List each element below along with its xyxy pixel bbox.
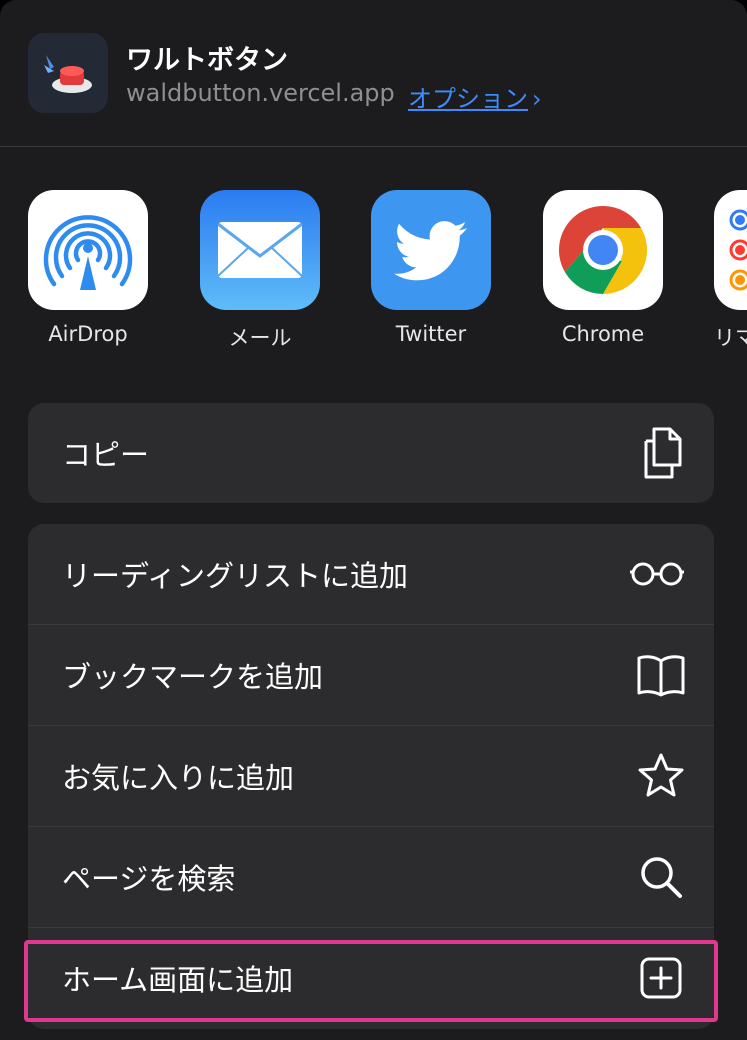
action-group-main: リーディングリストに追加 ブックマークを追加 お気に入りに追加 ページを検索 ホ…: [28, 524, 714, 1029]
chevron-right-icon: ›: [532, 85, 542, 113]
action-label: ページを検索: [62, 862, 236, 896]
share-app-airdrop[interactable]: AirDrop: [23, 190, 153, 346]
action-label: ホーム画面に追加: [62, 963, 294, 997]
share-app-chrome[interactable]: Chrome: [538, 190, 668, 346]
header-divider: [0, 146, 747, 147]
options-label: オプション: [408, 85, 528, 113]
share-app-label: AirDrop: [48, 322, 128, 346]
app-icon: [28, 33, 108, 113]
app-title: ワルトボタン: [126, 45, 288, 76]
chrome-icon: [543, 190, 663, 310]
options-link[interactable]: オプション ›: [408, 79, 542, 114]
twitter-icon: [371, 190, 491, 310]
mail-icon: [200, 190, 320, 310]
action-label: ブックマークを追加: [62, 660, 324, 694]
share-app-mail[interactable]: メール: [195, 190, 325, 352]
action-add-bookmark[interactable]: ブックマークを追加: [28, 624, 714, 725]
star-icon: [636, 751, 686, 801]
airdrop-icon: [28, 190, 148, 310]
action-add-to-home-screen[interactable]: ホーム画面に追加: [28, 927, 714, 1028]
action-find-on-page[interactable]: ページを検索: [28, 826, 714, 927]
share-app-label: リマ: [714, 326, 747, 350]
action-label: お気に入りに追加: [62, 761, 295, 795]
action-label: コピー: [62, 438, 150, 472]
reminders-icon: [714, 190, 747, 310]
share-app-row[interactable]: AirDrop メール Twitter Chrome リマ: [0, 190, 747, 360]
share-app-label: メール: [228, 326, 292, 350]
copy-icon: [636, 427, 686, 479]
app-url: waldbutton.vercel.app: [126, 79, 395, 107]
glasses-icon: [628, 549, 686, 599]
plus-square-icon: [636, 953, 686, 1003]
share-sheet: ワルトボタン waldbutton.vercel.app オプション › AirD…: [0, 0, 747, 1040]
book-icon: [636, 650, 686, 700]
action-copy[interactable]: コピー: [28, 403, 714, 503]
share-app-label: Chrome: [561, 322, 645, 346]
action-add-favorites[interactable]: お気に入りに追加: [28, 725, 714, 826]
share-app-twitter[interactable]: Twitter: [366, 190, 496, 346]
share-header: ワルトボタン waldbutton.vercel.app オプション ›: [0, 0, 747, 147]
share-app-label: Twitter: [395, 322, 467, 346]
share-app-reminders[interactable]: リマ: [709, 190, 747, 352]
action-label: リーディングリストに追加: [62, 559, 408, 593]
action-group-copy: コピー: [28, 403, 714, 503]
search-icon: [636, 852, 686, 902]
action-add-reading-list[interactable]: リーディングリストに追加: [28, 524, 714, 624]
